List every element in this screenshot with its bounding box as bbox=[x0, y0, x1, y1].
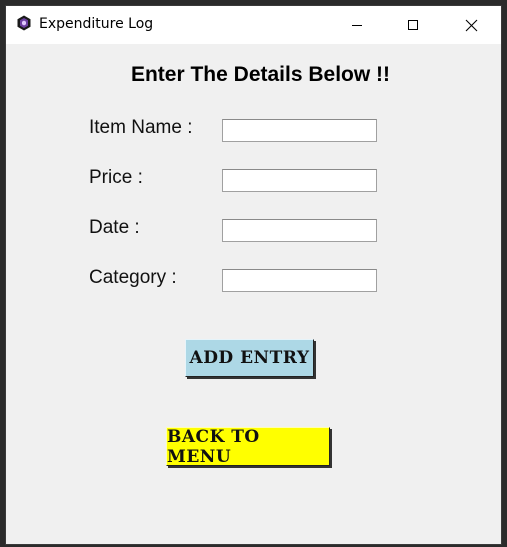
item-name-label: Item Name : bbox=[89, 117, 193, 138]
app-window: Expenditure Log Enter The Details Below … bbox=[5, 5, 502, 545]
price-input[interactable] bbox=[222, 169, 377, 192]
close-button[interactable] bbox=[448, 6, 494, 44]
window-title: Expenditure Log bbox=[39, 16, 154, 32]
close-icon bbox=[465, 19, 477, 31]
form-heading: Enter The Details Below !! bbox=[130, 63, 391, 86]
item-name-input[interactable] bbox=[222, 119, 377, 142]
app-logo-icon bbox=[17, 15, 31, 31]
price-label: Price : bbox=[89, 167, 143, 188]
maximize-button[interactable] bbox=[390, 6, 436, 44]
maximize-icon bbox=[408, 20, 418, 30]
date-input[interactable] bbox=[222, 219, 377, 242]
minimize-button[interactable] bbox=[334, 6, 380, 44]
date-label: Date : bbox=[89, 217, 140, 238]
category-input[interactable] bbox=[222, 269, 377, 292]
category-label: Category : bbox=[89, 267, 177, 288]
title-bar[interactable]: Expenditure Log bbox=[6, 6, 501, 44]
add-entry-button[interactable]: Add Entry bbox=[185, 339, 314, 377]
minimize-icon bbox=[352, 25, 362, 26]
back-to-menu-button[interactable]: Back to Menu bbox=[166, 427, 330, 467]
